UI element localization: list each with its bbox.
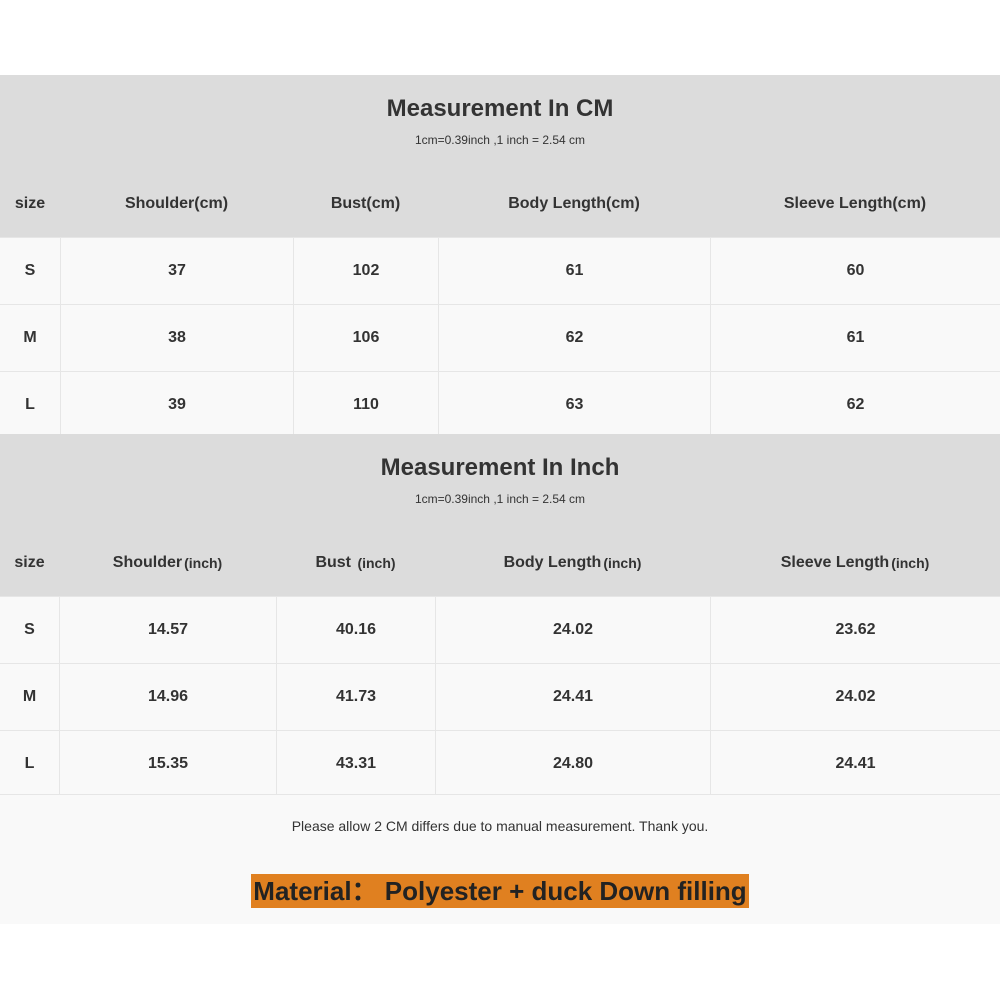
sleeve-length-cell: 24.41 <box>710 731 1000 797</box>
shoulder-cell: 14.96 <box>59 664 276 730</box>
cm-header-shoulder: Shoulder(cm) <box>124 194 229 212</box>
table-row: M 14.96 41.73 24.41 24.02 <box>0 663 1000 730</box>
inch-header-sleeve-length-label: Sleeve Length <box>780 553 890 571</box>
size-cell: M <box>23 329 37 346</box>
bust-cell: 102 <box>293 238 438 304</box>
cm-header-sleeve-length: Sleeve Length(cm) <box>783 194 927 212</box>
material-label: Material： Polyester + duck Down filling <box>251 873 749 908</box>
inch-header-shoulder: Shoulder (inch) <box>59 529 276 596</box>
cm-header-row: size Shoulder(cm) Bust(cm) Body Length(c… <box>0 170 1000 237</box>
size-cell: L <box>25 396 35 413</box>
size-cell: S <box>24 621 35 638</box>
cm-table-title: Measurement In CM <box>386 95 614 122</box>
shoulder-cell: 39 <box>60 372 293 438</box>
measurement-note: Please allow 2 CM differs due to manual … <box>291 818 709 834</box>
inch-measurement-table: Measurement In Inch 1cm=0.39inch ,1 inch… <box>0 434 1000 797</box>
inch-header-sleeve-length-unit: (inch) <box>891 554 930 571</box>
material-row: Material： Polyester + duck Down filling <box>0 857 1000 924</box>
cm-header-size: size <box>14 194 46 212</box>
body-length-cell: 24.02 <box>435 597 710 663</box>
inch-header-sleeve-length: Sleeve Length (inch) <box>710 529 1000 596</box>
size-cell: S <box>24 262 36 279</box>
cm-table-header-block: Measurement In CM 1cm=0.39inch ,1 inch =… <box>0 75 1000 237</box>
measurement-note-row: Please allow 2 CM differs due to manual … <box>0 794 1000 858</box>
sleeve-length-cell: 60 <box>710 238 1000 304</box>
inch-header-body-length-label: Body Length <box>503 553 602 571</box>
inch-title-area: Measurement In Inch 1cm=0.39inch ,1 inch… <box>0 434 1000 529</box>
bust-cell: 106 <box>293 305 438 371</box>
sleeve-length-cell: 24.02 <box>710 664 1000 730</box>
inch-header-bust: Bust (inch) <box>276 529 435 596</box>
table-row: M 38 106 62 61 <box>0 304 1000 371</box>
table-row: S 14.57 40.16 24.02 23.62 <box>0 596 1000 663</box>
inch-header-shoulder-label: Shoulder <box>112 553 183 571</box>
inch-header-body-length: Body Length (inch) <box>435 529 710 596</box>
body-length-cell: 62 <box>438 305 710 371</box>
size-cell: L <box>24 755 35 772</box>
size-cell: M <box>22 688 37 705</box>
inch-header-size: size <box>0 529 59 596</box>
inch-header-size-label: size <box>14 553 45 571</box>
table-row: L 39 110 63 62 <box>0 371 1000 438</box>
inch-header-row: size Shoulder (inch) Bust (inch) Body Len… <box>0 529 1000 596</box>
table-row: S 37 102 61 60 <box>0 237 1000 304</box>
body-length-cell: 24.80 <box>435 731 710 797</box>
cm-measurement-table: Measurement In CM 1cm=0.39inch ,1 inch =… <box>0 75 1000 438</box>
body-length-cell: 24.41 <box>435 664 710 730</box>
cm-table-subtitle: 1cm=0.39inch ,1 inch = 2.54 cm <box>414 133 586 147</box>
bust-cell: 43.31 <box>276 731 435 797</box>
cm-header-body-length: Body Length(cm) <box>508 194 640 212</box>
cm-title-area: Measurement In CM 1cm=0.39inch ,1 inch =… <box>0 75 1000 170</box>
cm-header-bust: Bust(cm) <box>330 194 401 212</box>
inch-header-bust-unit: (inch) <box>357 554 396 571</box>
body-length-cell: 61 <box>438 238 710 304</box>
sleeve-length-cell: 61 <box>710 305 1000 371</box>
inch-header-bust-label: Bust <box>315 553 356 571</box>
inch-table-header-block: Measurement In Inch 1cm=0.39inch ,1 inch… <box>0 434 1000 596</box>
inch-header-shoulder-unit: (inch) <box>184 554 223 571</box>
body-length-cell: 63 <box>438 372 710 438</box>
inch-table-subtitle: 1cm=0.39inch ,1 inch = 2.54 cm <box>414 492 586 506</box>
sleeve-length-cell: 62 <box>710 372 1000 438</box>
sleeve-length-cell: 23.62 <box>710 597 1000 663</box>
inch-table-title: Measurement In Inch <box>380 454 620 481</box>
shoulder-cell: 37 <box>60 238 293 304</box>
bust-cell: 110 <box>293 372 438 438</box>
bust-cell: 40.16 <box>276 597 435 663</box>
shoulder-cell: 14.57 <box>59 597 276 663</box>
inch-header-body-length-unit: (inch) <box>603 554 642 571</box>
bust-cell: 41.73 <box>276 664 435 730</box>
table-row: L 15.35 43.31 24.80 24.41 <box>0 730 1000 797</box>
shoulder-cell: 38 <box>60 305 293 371</box>
shoulder-cell: 15.35 <box>59 731 276 797</box>
